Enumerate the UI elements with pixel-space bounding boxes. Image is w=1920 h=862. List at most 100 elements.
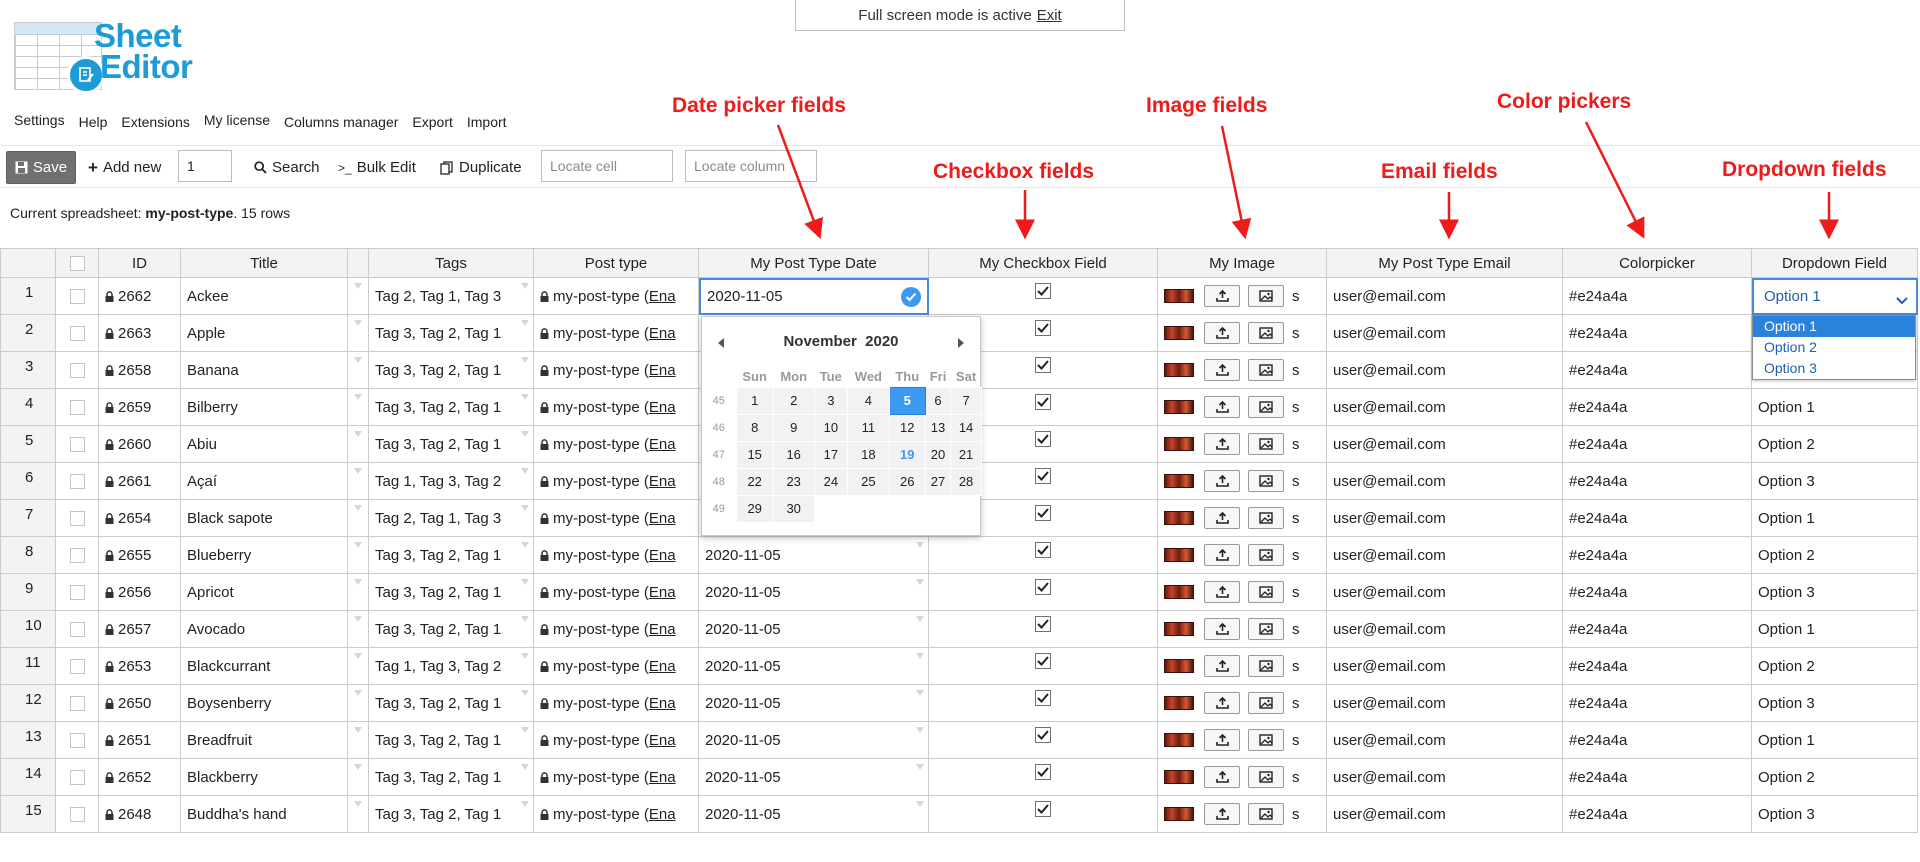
row-select-cell[interactable]	[56, 574, 99, 611]
tags-cell[interactable]: Tag 3, Tag 2, Tag 1	[369, 722, 534, 759]
tags-cell[interactable]: Tag 3, Tag 2, Tag 1	[369, 352, 534, 389]
confirm-date-icon[interactable]	[901, 287, 921, 307]
date-cell[interactable]: 2020-11-05	[699, 796, 929, 833]
email-cell[interactable]: user@email.com	[1327, 389, 1563, 426]
row-select-cell[interactable]	[56, 352, 99, 389]
calendar-day[interactable]: 3	[813, 386, 849, 415]
checkbox-checked[interactable]	[1035, 579, 1051, 595]
row-select-checkbox[interactable]	[69, 695, 85, 711]
row-select-checkbox[interactable]	[69, 806, 85, 822]
email-cell[interactable]: user@email.com	[1327, 611, 1563, 648]
title-cell[interactable]: Blackberry	[181, 759, 348, 796]
title-cell[interactable]: Breadfruit	[181, 722, 348, 759]
row-select-checkbox[interactable]	[69, 547, 85, 563]
image-cell[interactable]: s	[1158, 426, 1327, 463]
exit-fullscreen-link[interactable]: Exit	[1037, 7, 1062, 24]
tags-cell[interactable]: Tag 3, Tag 2, Tag 1	[369, 574, 534, 611]
duplicate-button[interactable]: Duplicate	[440, 159, 522, 176]
gallery-icon[interactable]	[1248, 285, 1284, 307]
title-cell[interactable]: Açaí	[181, 463, 348, 500]
email-cell[interactable]: user@email.com	[1327, 759, 1563, 796]
calendar-day[interactable]: 2	[772, 386, 815, 415]
upload-icon[interactable]	[1204, 359, 1240, 381]
post-type-link[interactable]: Ena	[649, 695, 676, 712]
image-cell[interactable]: s	[1158, 648, 1327, 685]
image-cell[interactable]: s	[1158, 463, 1327, 500]
calendar-day[interactable]: 18	[847, 440, 890, 469]
image-thumbnail[interactable]	[1164, 807, 1194, 821]
email-cell[interactable]: user@email.com	[1327, 352, 1563, 389]
dropdown-cell[interactable]: Option 2	[1752, 648, 1918, 685]
dropdown-cell[interactable]: Option 3	[1752, 574, 1918, 611]
locate-cell-input[interactable]	[541, 150, 673, 182]
color-cell[interactable]: #e24a4a	[1563, 315, 1752, 352]
id-cell[interactable]: 2655	[99, 537, 181, 574]
title-cell[interactable]: Bilberry	[181, 389, 348, 426]
post-type-link[interactable]: Ena	[649, 547, 676, 564]
id-cell[interactable]: 2653	[99, 648, 181, 685]
dropdown-cell[interactable]: Option 1	[1752, 611, 1918, 648]
dropdown-option[interactable]: Option 2	[1753, 337, 1915, 358]
post-type-link[interactable]: Ena	[649, 621, 676, 638]
title-cell[interactable]: Black sapote	[181, 500, 348, 537]
upload-icon[interactable]	[1204, 396, 1240, 418]
post-type-link[interactable]: Ena	[649, 399, 676, 416]
image-cell[interactable]: s	[1158, 722, 1327, 759]
chevron-down-icon[interactable]	[1896, 292, 1908, 309]
calendar-day[interactable]: 21	[950, 440, 982, 469]
email-cell[interactable]: user@email.com	[1327, 315, 1563, 352]
add-new-count-input[interactable]	[178, 150, 232, 182]
row-select-cell[interactable]	[56, 648, 99, 685]
next-month-arrow-icon[interactable]	[958, 338, 964, 348]
dropdown-cell[interactable]: Option 3	[1752, 685, 1918, 722]
image-thumbnail[interactable]	[1164, 659, 1194, 673]
image-cell[interactable]: s	[1158, 352, 1327, 389]
dropdown-cell[interactable]: Option 2	[1752, 759, 1918, 796]
color-cell[interactable]: #e24a4a	[1563, 648, 1752, 685]
upload-icon[interactable]	[1204, 433, 1240, 455]
image-thumbnail[interactable]	[1164, 437, 1194, 451]
image-cell[interactable]: s	[1158, 796, 1327, 833]
post-type-cell[interactable]: my-post-type (Ena	[534, 685, 699, 722]
gallery-icon[interactable]	[1248, 618, 1284, 640]
calendar-day[interactable]: 25	[847, 467, 890, 496]
gallery-icon[interactable]	[1248, 433, 1284, 455]
gallery-icon[interactable]	[1248, 544, 1284, 566]
calendar-day[interactable]: 12	[888, 413, 926, 442]
tags-cell[interactable]: Tag 3, Tag 2, Tag 1	[369, 796, 534, 833]
email-cell[interactable]: user@email.com	[1327, 722, 1563, 759]
dropdown-option[interactable]: Option 3	[1753, 358, 1915, 379]
email-cell[interactable]: user@email.com	[1327, 463, 1563, 500]
gallery-icon[interactable]	[1248, 470, 1284, 492]
post-type-cell[interactable]: my-post-type (Ena	[534, 315, 699, 352]
color-cell[interactable]: #e24a4a	[1563, 389, 1752, 426]
checkbox-checked[interactable]	[1035, 653, 1051, 669]
checkbox-cell[interactable]	[929, 648, 1158, 685]
image-thumbnail[interactable]	[1164, 400, 1194, 414]
gallery-icon[interactable]	[1248, 322, 1284, 344]
image-thumbnail[interactable]	[1164, 363, 1194, 377]
color-cell[interactable]: #e24a4a	[1563, 426, 1752, 463]
dropdown-cell[interactable]: Option 1	[1752, 278, 1918, 315]
dropdown-cell[interactable]: Option 1	[1752, 500, 1918, 537]
upload-icon[interactable]	[1204, 581, 1240, 603]
color-cell[interactable]: #e24a4a	[1563, 278, 1752, 315]
tags-cell[interactable]: Tag 2, Tag 1, Tag 3	[369, 500, 534, 537]
checkbox-cell[interactable]	[929, 611, 1158, 648]
menu-settings[interactable]: Settings	[14, 112, 65, 128]
menu-help[interactable]: Help	[79, 114, 108, 130]
post-type-cell[interactable]: my-post-type (Ena	[534, 611, 699, 648]
calendar-day[interactable]: 14	[950, 413, 982, 442]
email-cell[interactable]: user@email.com	[1327, 537, 1563, 574]
row-select-checkbox[interactable]	[69, 510, 85, 526]
calendar-day[interactable]: 1	[735, 386, 774, 415]
menu-extensions[interactable]: Extensions	[121, 114, 189, 130]
id-cell[interactable]: 2651	[99, 722, 181, 759]
id-cell[interactable]: 2659	[99, 389, 181, 426]
calendar-day[interactable]: 10	[813, 413, 849, 442]
calendar-day[interactable]: 11	[847, 413, 890, 442]
image-thumbnail[interactable]	[1164, 511, 1194, 525]
checkbox-checked[interactable]	[1035, 690, 1051, 706]
post-type-link[interactable]: Ena	[649, 584, 676, 601]
row-select-cell[interactable]	[56, 315, 99, 352]
